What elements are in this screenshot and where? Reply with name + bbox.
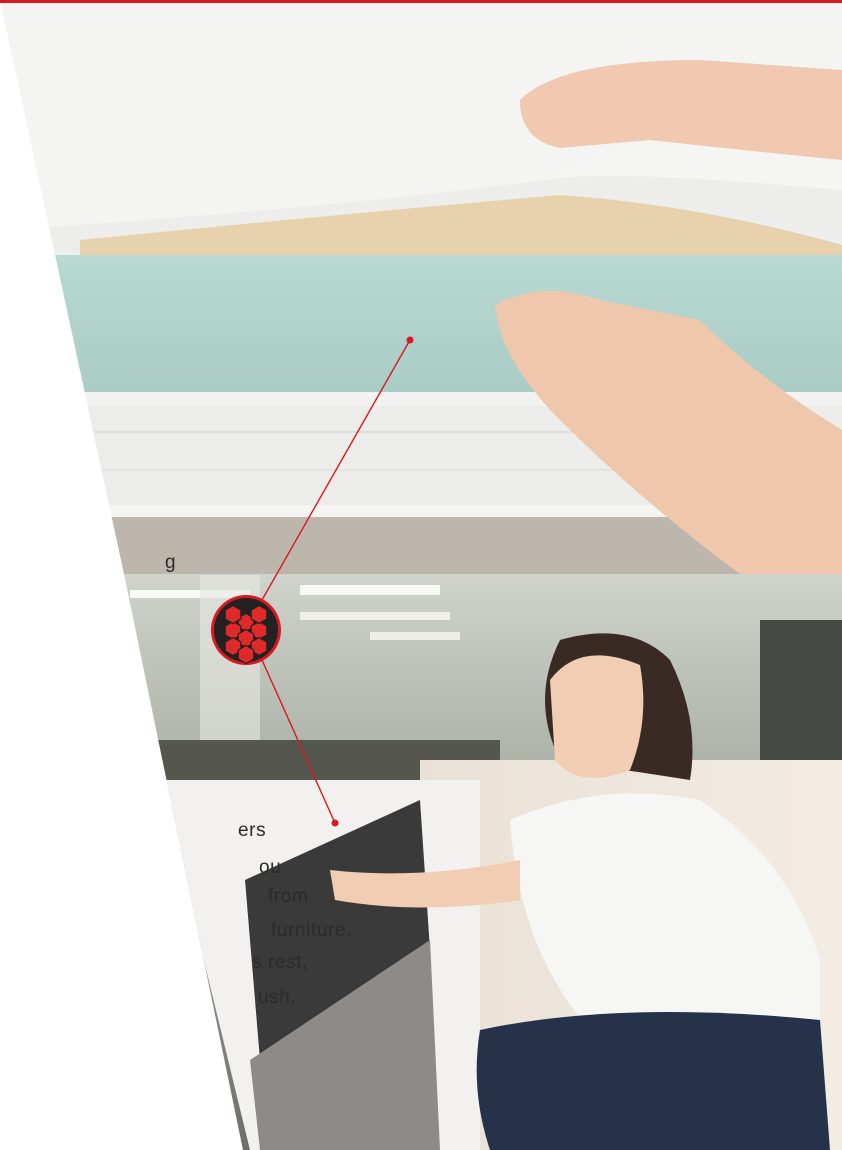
top-accent-bar [0,0,842,3]
body-text-line-1: ers [238,820,267,841]
body-text-line-5: s rest, [252,952,308,973]
body-text-line-4: furniture. [271,920,352,941]
showroom-photo [124,574,842,1150]
mattress-closeup-photo [0,0,842,574]
body-text-line-2: ou [259,857,282,878]
photo-collage [0,0,842,1150]
body-text-line-6: ush, [258,987,297,1008]
brochure-page: g ers ou from furniture. s rest, ush, [0,0,842,1150]
body-text-line-3: from [268,886,309,907]
body-text-fragment: g [165,552,177,573]
